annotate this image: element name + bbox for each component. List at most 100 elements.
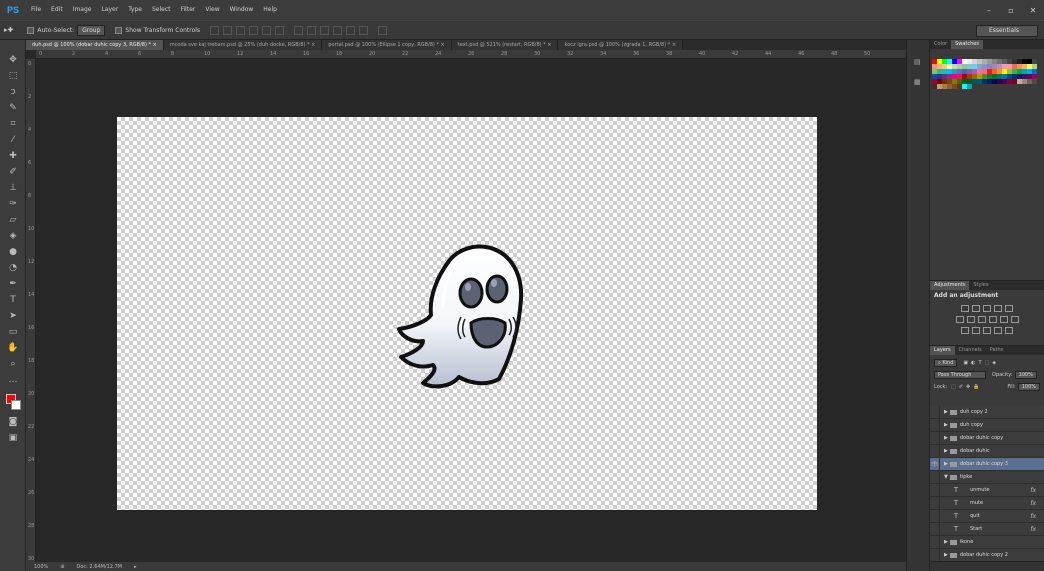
layer-group-row[interactable]: ▶ duh copy 2 [930,405,1044,419]
layer-effects-icon[interactable]: fx [1030,487,1036,494]
visibility-eye-icon[interactable] [930,444,940,458]
align-right-icon[interactable] [275,25,285,35]
layer-group-row[interactable]: ▶ dobar duhic [930,444,1044,458]
text-layer-row[interactable]: Tmute fx [930,496,1044,510]
eyedropper-tool-icon[interactable]: ⁄ [6,134,20,146]
menu-file[interactable]: File [26,0,46,20]
color-swatch[interactable] [1032,79,1037,84]
visibility-eye-icon[interactable] [930,509,940,523]
doc-tab-duh[interactable]: duh.psd @ 100% (dobar duhic copy 3, RGB/… [26,40,164,50]
visibility-eye-icon[interactable] [930,470,940,484]
text-layer-row[interactable]: Tunmute fx [930,483,1044,497]
tab-styles[interactable]: Styles [969,281,992,290]
color-balance-icon[interactable] [966,316,975,323]
menu-window[interactable]: Window [225,0,259,20]
tab-channels[interactable]: Channels [955,346,986,355]
quick-select-tool-icon[interactable]: ✎ [6,102,20,114]
brightness-contrast-icon[interactable] [961,305,969,312]
align-left-icon[interactable] [249,25,259,35]
levels-icon[interactable] [972,305,980,312]
gradient-map-icon[interactable] [994,327,1002,334]
background-color-swatch[interactable] [11,400,21,410]
visibility-eye-icon[interactable] [930,548,940,562]
align-top-icon[interactable] [210,25,220,35]
menu-filter[interactable]: Filter [176,0,201,20]
history-brush-tool-icon[interactable]: ✑ [6,198,20,210]
menu-edit[interactable]: Edit [46,0,68,20]
doc-tab-mcoda[interactable]: mcoda sve kaj trebam.psd @ 25% (duh dock… [163,40,323,50]
clone-stamp-tool-icon[interactable]: ⊥ [6,182,20,194]
tab-swatches[interactable]: Swatches [951,40,983,49]
opacity-field[interactable]: 100% [1014,371,1037,379]
more-tools-icon[interactable]: … [6,374,20,386]
expand-right-icon[interactable]: ▶ [944,422,948,428]
zoom-options-icon[interactable]: ⊕ [60,564,64,570]
align-hcenter-icon[interactable] [262,25,272,35]
type-tool-icon[interactable]: T [6,294,20,306]
pen-tool-icon[interactable]: ✒ [6,278,20,290]
posterize-icon[interactable] [972,327,980,334]
blur-tool-icon[interactable]: ● [6,246,20,258]
menu-type[interactable]: Type [123,0,147,20]
layer-filter-icons[interactable]: ▣◐T⬚◈ [963,360,999,366]
healing-brush-tool-icon[interactable]: ✚ [6,150,20,162]
distribute-bottom-icon[interactable] [320,25,330,35]
vibrance-icon[interactable] [1005,305,1013,312]
show-transform-checkbox[interactable] [115,26,123,34]
auto-select-checkbox[interactable] [27,26,35,34]
crop-tool-icon[interactable]: ⌗ [6,118,20,130]
color-lookup-icon[interactable] [1010,316,1019,323]
layer-filter-dropdown[interactable]: ⌕ Kind [934,359,958,367]
layer-effects-icon[interactable]: fx [1030,513,1036,520]
menu-help[interactable]: Help [258,0,282,20]
black-white-icon[interactable] [977,316,986,323]
fill-field[interactable]: 100% [1017,383,1040,391]
hand-tool-icon[interactable]: ✋ [6,342,20,354]
exposure-icon[interactable] [994,305,1002,312]
maximize-button[interactable]: ▫ [1000,0,1022,20]
layer-group-row[interactable]: ▶ duh copy [930,418,1044,432]
tab-paths[interactable]: Paths [986,346,1008,355]
threshold-icon[interactable] [983,327,991,334]
hue-saturation-icon[interactable] [955,316,964,323]
eraser-tool-icon[interactable]: ▱ [6,214,20,226]
status-menu-arrow-icon[interactable]: ▸ [134,564,137,570]
document-info[interactable]: Doc: 2.64M/12.7M [77,564,123,570]
history-panel-icon[interactable]: ▤ [914,58,924,68]
curves-icon[interactable] [983,305,991,312]
visibility-eye-icon[interactable] [930,496,940,510]
document-workarea[interactable] [36,59,906,562]
menu-image[interactable]: Image [68,0,97,20]
workspace-dropdown[interactable]: Essentials [976,25,1038,37]
distribute-top-icon[interactable] [294,25,304,35]
photo-filter-icon[interactable] [988,316,997,323]
distribute-hcenter-icon[interactable] [346,25,356,35]
auto-align-icon[interactable] [378,25,388,35]
auto-select-dropdown[interactable]: Group [77,24,106,36]
visibility-eye-icon[interactable] [930,535,940,549]
doc-tab-portal[interactable]: portal.psd @ 100% (Ellipse 1 copy, RGB/8… [322,40,452,50]
expand-right-icon[interactable]: ▶ [944,539,948,545]
selective-color-icon[interactable] [1005,327,1013,334]
blend-mode-dropdown[interactable]: Pass Through [934,371,986,379]
horizontal-ruler[interactable]: 0 2 4 6 8 10 12 14 16 18 20 22 24 26 28 30 32 34 36 38 40 42 4… [36,50,906,59]
zoom-tool-icon[interactable]: ⌕ [6,358,20,370]
expand-right-icon[interactable]: ▶ [944,435,948,441]
visibility-eye-icon[interactable] [930,522,940,536]
paint-bucket-tool-icon[interactable]: ◈ [6,230,20,242]
expand-right-icon[interactable]: ▶ [944,461,948,467]
doc-tab-kocz-igra[interactable]: kocz igra.psd @ 100% (zgrada 1, RGB/8) *… [558,40,684,50]
move-tool-icon[interactable]: ✥ [6,54,20,66]
align-bottom-icon[interactable] [236,25,246,35]
expand-right-icon[interactable]: ▶ [944,552,948,558]
dodge-tool-icon[interactable]: ◔ [6,262,20,274]
visibility-eye-icon[interactable] [930,431,940,445]
visibility-eye-icon[interactable] [930,418,940,432]
shape-tool-icon[interactable]: ▭ [6,326,20,338]
menu-view[interactable]: View [200,0,224,20]
tab-layers[interactable]: Layers [930,346,955,355]
color-swatch[interactable] [972,84,977,89]
lasso-tool-icon[interactable]: ↄ [6,86,20,98]
distribute-vcenter-icon[interactable] [307,25,317,35]
tab-adjustments[interactable]: Adjustments [930,281,970,290]
